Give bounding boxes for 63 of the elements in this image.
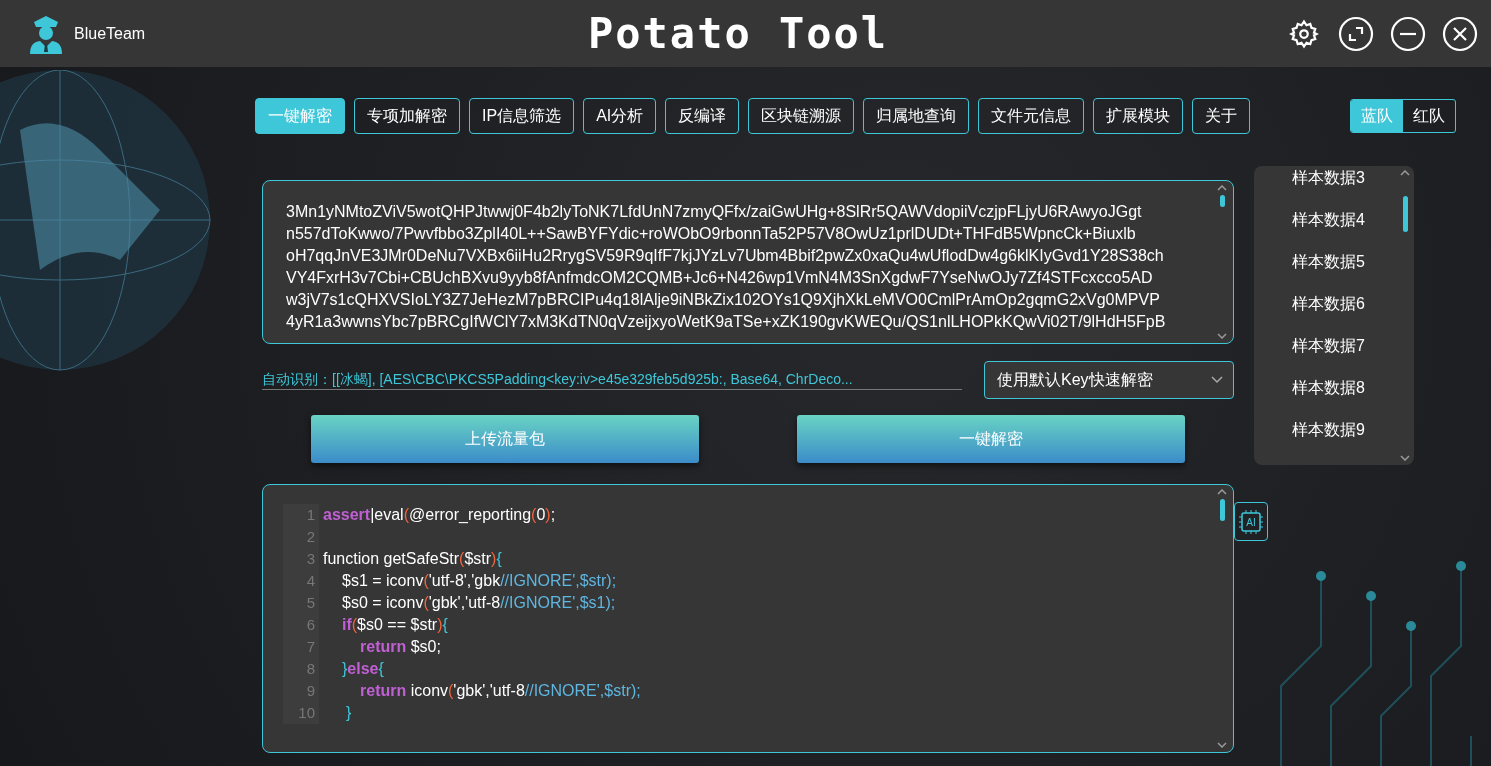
line-number: 3 <box>283 548 319 570</box>
cipher-input-field[interactable] <box>262 180 1234 344</box>
code-line: assert|eval(@error_reporting(0); <box>323 505 556 525</box>
cipher-text-line: VY4FxrH3v7Cbi+CBUchBXvu9yyb8fAnfmdcOM2CQMB+Jc6+N426wp1VmN4M3SnXgdwF7YseNwOJy7Zf4STFcxcco5AD <box>286 268 1154 288</box>
code-line: $s1 = iconv('utf-8','gbk//IGNORE',$str); <box>342 571 617 591</box>
user-name: BlueTeam <box>74 24 146 43</box>
code-line: } <box>346 703 352 723</box>
scroll-thumb[interactable] <box>1402 196 1408 232</box>
officer-avatar-icon <box>28 13 64 54</box>
nav-tab[interactable]: 区块链溯源 <box>748 98 855 134</box>
sample-item[interactable]: 样本数据7 <box>1292 336 1414 378</box>
close-button[interactable] <box>1441 14 1479 53</box>
line-number: 9 <box>283 680 319 702</box>
code-line: $s0 = iconv('gbk','utf-8//IGNORE',$s1); <box>342 593 616 613</box>
nav-tab[interactable]: IP信息筛选 <box>469 98 575 134</box>
sample-item[interactable]: 样本数据5 <box>1292 252 1414 294</box>
line-number: 6 <box>283 614 319 636</box>
sample-item[interactable]: 样本数据6 <box>1292 294 1414 336</box>
cipher-text-line: oH7qqJnVE3JMr0DeNu7VXBx6iiHu2RrygSV59R9qIfF7kjJYzLv7Ubm4Bbif2pwZx0xaQu4wUflodDw4g6klKIyGvd1Y28S38ch <box>286 246 1165 266</box>
scroll-up-icon[interactable] <box>1217 185 1227 191</box>
code-line: }else{ <box>342 659 384 679</box>
cipher-text-line: 3Mn1yNMtoZViV5wotQHPJtwwj0F4b2lyToNK7LfdUnN7zmyQFfx/zaiGwUHg+8SlRr5QAWVdopiiVczjpFLjyU6RAwyoJGgt <box>286 202 1143 222</box>
caret-icon <box>1211 376 1223 384</box>
scroll-down-icon[interactable] <box>1400 455 1410 461</box>
cipher-text-line: w3jV7s1cQHXVSIoLY3Z7JeHezM7pBRCIPu4q18lAlje9iNBkZix102OYs1Q9XjhXkLeMVO0CmlPrAmOp2gqmG2xVg0MPVP <box>286 290 1161 310</box>
sample-item[interactable]: 样本数据9 <box>1292 420 1414 462</box>
line-number: 10 <box>283 702 319 724</box>
line-number: 5 <box>283 592 319 614</box>
maximize-button[interactable] <box>1337 14 1375 53</box>
app-title: Potato Tool <box>588 9 890 58</box>
sample-item[interactable]: 样本数据3 <box>1292 168 1414 210</box>
scroll-thumb[interactable] <box>1219 195 1225 207</box>
sample-item[interactable]: 样本数据4 <box>1292 210 1414 252</box>
nav-tab[interactable]: 反编译 <box>665 98 740 134</box>
code-line: if($s0 == $str){ <box>342 615 448 635</box>
line-number: 2 <box>283 526 319 548</box>
key-mode-dropdown[interactable]: 使用默认Key快速解密 <box>984 361 1234 399</box>
line-number: 8 <box>283 658 319 680</box>
minimize-button[interactable] <box>1389 14 1427 53</box>
line-number: 1 <box>283 504 319 526</box>
sample-item[interactable]: 样本数据8 <box>1292 378 1414 420</box>
code-line: return $s0; <box>360 637 441 657</box>
nav-tab[interactable]: 关于 <box>1192 98 1251 134</box>
scroll-up-icon[interactable] <box>1217 489 1227 495</box>
team-option[interactable]: 红队 <box>1403 100 1455 132</box>
auto-detect-link[interactable]: 自动识别：[[冰蝎], [AES\CBC\PKCS5Padding<key:iv>e45e329feb5d925b:, Base64, ChrDeco... <box>262 370 962 390</box>
code-line: function getSafeStr($str){ <box>323 549 502 569</box>
scroll-down-icon[interactable] <box>1217 742 1227 748</box>
code-editor[interactable] <box>262 484 1234 753</box>
code-line: return iconv('gbk','utf-8//IGNORE',$str); <box>360 681 641 701</box>
ai-chip-button[interactable]: AI <box>1234 502 1268 541</box>
line-number: 7 <box>283 636 319 658</box>
nav-tab[interactable]: 归属地查询 <box>863 98 970 134</box>
line-number: 4 <box>283 570 319 592</box>
nav-tab[interactable]: 专项加解密 <box>354 98 460 134</box>
nav-tab[interactable]: 扩展模块 <box>1093 98 1184 134</box>
scroll-up-icon[interactable] <box>1400 170 1410 176</box>
scroll-thumb[interactable] <box>1219 499 1225 521</box>
scroll-down-icon[interactable] <box>1217 333 1227 339</box>
cipher-text-line: 4yR1a3wwnsYbc7pBRCgIfWClY7xM3KdTN0qVzeijxyoWetK9aTSe+xZK190gvKWEQu/QS1nlLHOPkKQwVi02T/9lHdH5FpB <box>286 312 1167 332</box>
cipher-text-line: n557dToKwwo/7Pwvfbbo3ZplI40L++SawBYFYdic+roWObO9rbonnTa52P57V8OwUz1prlDUDt+THFdB5WpncCk+Biuxlb <box>286 224 1137 244</box>
nav-tab[interactable]: 文件元信息 <box>978 98 1085 134</box>
nav-tab[interactable]: AI分析 <box>583 98 657 134</box>
